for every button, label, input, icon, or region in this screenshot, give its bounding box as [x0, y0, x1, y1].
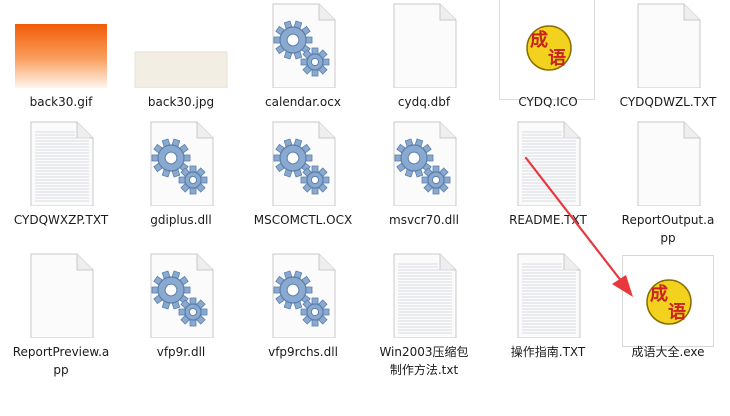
jpg-thumbnail-icon	[121, 0, 241, 88]
file-item[interactable]: back30.jpg	[121, 0, 241, 130]
file-item[interactable]: ReportPreview.app	[1, 250, 121, 380]
file-item[interactable]: README.TXT	[488, 118, 608, 248]
file-item[interactable]: 成 语成语大全.exe	[608, 250, 728, 380]
file-item[interactable]: MSCOMCTL.OCX	[243, 118, 363, 248]
blank-file-icon	[1, 250, 121, 338]
file-name-label: 成语大全.exe	[631, 345, 705, 359]
text-file-icon	[488, 250, 608, 338]
file-name-label: ReportPreview.app	[12, 345, 110, 377]
file-item[interactable]: Win2003压缩包制作方法.txt	[364, 250, 484, 380]
text-file-icon	[488, 118, 608, 206]
gear-file-icon	[364, 118, 484, 206]
file-item[interactable]: CYDQDWZL.TXT	[608, 0, 728, 130]
file-item[interactable]: cydq.dbf	[364, 0, 484, 130]
file-name-label: back30.gif	[29, 95, 93, 109]
file-item[interactable]: vfp9rchs.dll	[243, 250, 363, 380]
file-item[interactable]: gdiplus.dll	[121, 118, 241, 248]
file-item[interactable]: vfp9r.dll	[121, 250, 241, 380]
file-item[interactable]: ReportOutput.app	[608, 118, 728, 248]
file-name-label: msvcr70.dll	[389, 213, 459, 227]
file-item[interactable]: 操作指南.TXT	[488, 250, 608, 380]
text-file-icon	[1, 118, 121, 206]
file-name-label: MSCOMCTL.OCX	[253, 213, 353, 227]
file-item[interactable]: msvcr70.dll	[364, 118, 484, 248]
chengyu-ico-icon: 成 语	[488, 0, 608, 100]
file-name-label: vfp9rchs.dll	[268, 345, 338, 359]
file-name-label: cydq.dbf	[397, 95, 451, 109]
gear-file-icon	[121, 118, 241, 206]
blank-file-icon	[608, 118, 728, 206]
file-name-label: calendar.ocx	[265, 95, 341, 109]
file-name-label: CYDQ.ICO	[518, 95, 578, 109]
file-item[interactable]: CYDQWXZP.TXT	[1, 118, 121, 248]
file-name-label: CYDQDWZL.TXT	[619, 95, 717, 109]
file-item[interactable]: back30.gif	[1, 0, 121, 130]
file-name-label: 操作指南.TXT	[510, 345, 586, 359]
file-name-label: vfp9r.dll	[156, 345, 206, 359]
gif-thumbnail-icon	[1, 0, 121, 88]
file-grid: back30.gif back30.jpg calendar.ocx cydq.d…	[0, 0, 730, 416]
file-item[interactable]: calendar.ocx	[243, 0, 363, 130]
file-name-label: gdiplus.dll	[150, 213, 212, 227]
text-file-icon	[364, 250, 484, 338]
file-name-label: README.TXT	[509, 213, 587, 227]
file-name-label: Win2003压缩包制作方法.txt	[379, 345, 469, 377]
gear-file-icon	[243, 118, 363, 206]
svg-text:成: 成	[530, 29, 548, 51]
file-name-label: CYDQWXZP.TXT	[13, 213, 109, 227]
blank-file-icon	[364, 0, 484, 88]
file-name-label: ReportOutput.app	[621, 213, 715, 245]
svg-text:语: 语	[548, 48, 566, 69]
chengyu-exe-icon: 成 语	[622, 255, 716, 349]
gear-file-icon	[243, 250, 363, 338]
svg-text:成: 成	[650, 283, 668, 305]
gear-file-icon	[121, 250, 241, 338]
file-item[interactable]: 成 语 CYDQ.ICO	[488, 0, 608, 130]
file-name-label: back30.jpg	[147, 95, 215, 109]
svg-text:语: 语	[668, 302, 686, 323]
blank-file-icon	[608, 0, 728, 88]
gear-file-icon	[243, 0, 363, 88]
